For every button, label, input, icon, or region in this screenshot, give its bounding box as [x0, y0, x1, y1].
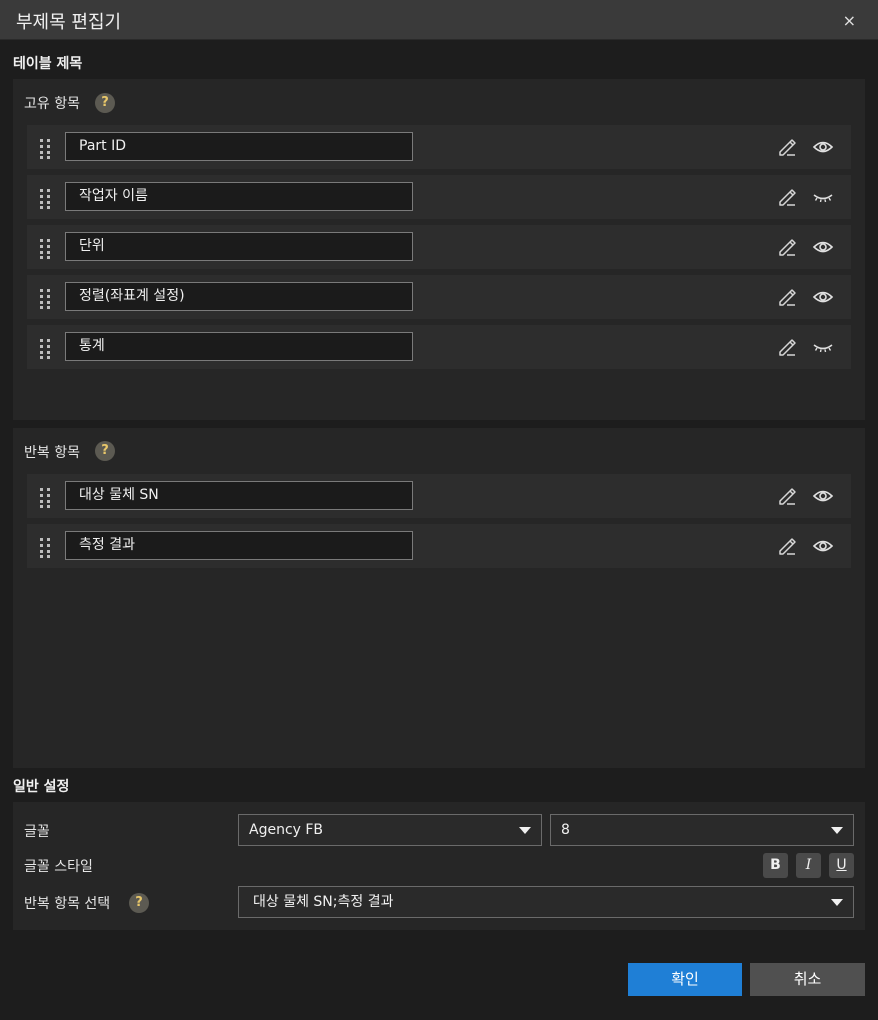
title-bar: 부제목 편집기 ×	[0, 0, 878, 40]
drag-handle-icon[interactable]	[40, 339, 52, 359]
drag-handle-icon[interactable]	[40, 488, 52, 508]
eye-icon[interactable]	[812, 536, 834, 556]
item-name-field[interactable]: 정렬(좌표계 설정)	[65, 282, 413, 311]
chevron-down-icon	[831, 899, 843, 906]
pencil-edit-icon[interactable]	[777, 536, 797, 556]
drag-handle-icon[interactable]	[40, 289, 52, 309]
repeat-items-help-icon[interactable]: ?	[95, 441, 115, 461]
item-name-field[interactable]: 통계	[65, 332, 413, 361]
drag-handle-icon[interactable]	[40, 538, 52, 558]
font-family-value: Agency FB	[249, 822, 324, 838]
fixed-items-label: 고유 항목	[24, 96, 80, 112]
font-label: 글꼴	[24, 824, 50, 840]
bold-button[interactable]: B	[763, 853, 788, 878]
item-name-field[interactable]: 대상 물체 SN	[65, 481, 413, 510]
pencil-edit-icon[interactable]	[777, 486, 797, 506]
close-button[interactable]: ×	[843, 11, 856, 30]
drag-handle-icon[interactable]	[40, 189, 52, 209]
list-item[interactable]: 대상 물체 SN	[27, 474, 851, 518]
item-name-field[interactable]: 측정 결과	[65, 531, 413, 560]
cancel-button[interactable]: 취소	[750, 963, 865, 996]
eye-icon[interactable]	[812, 237, 834, 257]
list-item[interactable]: 통계	[27, 325, 851, 369]
drag-handle-icon[interactable]	[40, 239, 52, 259]
general-settings-panel: 글꼴 Agency FB 8 글꼴 스타일 B I U 반복 항목 선택 ? 대…	[13, 802, 865, 930]
font-family-select[interactable]: Agency FB	[238, 814, 542, 846]
item-name-field[interactable]: Part ID	[65, 132, 413, 161]
list-item[interactable]: 단위	[27, 225, 851, 269]
font-style-label: 글꼴 스타일	[24, 859, 93, 875]
repeat-item-select-value: 대상 물체 SN;측정 결과	[253, 894, 394, 910]
eye-icon[interactable]	[812, 486, 834, 506]
eye-icon[interactable]	[812, 137, 834, 157]
fixed-items-panel: 고유 항목 ? Part ID 작업자 이름단위정렬(좌표계 설정) 통계	[13, 79, 865, 420]
list-item[interactable]: 측정 결과	[27, 524, 851, 568]
table-title-heading: 테이블 제목	[13, 56, 83, 72]
eye-closed-icon[interactable]	[812, 337, 834, 357]
ok-button[interactable]: 확인	[628, 963, 742, 996]
pencil-edit-icon[interactable]	[777, 187, 797, 207]
fixed-items-help-icon[interactable]: ?	[95, 93, 115, 113]
list-item[interactable]: Part ID	[27, 125, 851, 169]
pencil-edit-icon[interactable]	[777, 287, 797, 307]
chevron-down-icon	[519, 827, 531, 834]
repeat-items-panel: 반복 항목 ? 대상 물체 SN 측정 결과	[13, 428, 865, 768]
font-size-value: 8	[561, 822, 570, 838]
underline-button[interactable]: U	[829, 853, 854, 878]
font-size-select[interactable]: 8	[550, 814, 854, 846]
repeat-select-label: 반복 항목 선택	[24, 896, 111, 912]
eye-closed-icon[interactable]	[812, 187, 834, 207]
repeat-item-select[interactable]: 대상 물체 SN;측정 결과	[238, 886, 854, 918]
pencil-edit-icon[interactable]	[777, 337, 797, 357]
pencil-edit-icon[interactable]	[777, 237, 797, 257]
chevron-down-icon	[831, 827, 843, 834]
eye-icon[interactable]	[812, 287, 834, 307]
general-settings-heading: 일반 설정	[13, 779, 70, 795]
window-title: 부제목 편집기	[16, 12, 122, 33]
list-item[interactable]: 정렬(좌표계 설정)	[27, 275, 851, 319]
drag-handle-icon[interactable]	[40, 139, 52, 159]
item-name-field[interactable]: 작업자 이름	[65, 182, 413, 211]
pencil-edit-icon[interactable]	[777, 137, 797, 157]
repeat-select-help-icon[interactable]: ?	[129, 893, 149, 913]
list-item[interactable]: 작업자 이름	[27, 175, 851, 219]
repeat-items-label: 반복 항목	[24, 445, 80, 461]
item-name-field[interactable]: 단위	[65, 232, 413, 261]
italic-button[interactable]: I	[796, 853, 821, 878]
